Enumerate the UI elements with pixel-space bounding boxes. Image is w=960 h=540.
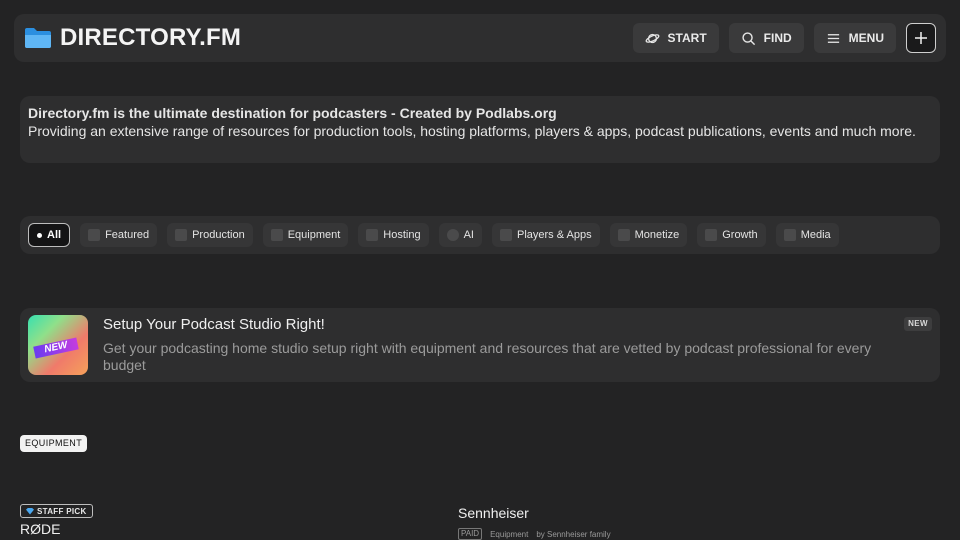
staff-pick-label: STAFF PICK (37, 506, 87, 516)
intro-body: Providing an extensive range of resource… (28, 123, 916, 139)
filter-ai[interactable]: AI (438, 223, 482, 247)
category-filter-bar: All Featured Production Equipment Hostin… (20, 216, 940, 254)
filter-label: Featured (105, 229, 150, 241)
header-nav: START FIND MENU (632, 23, 936, 53)
filter-label: Players & Apps (516, 229, 592, 241)
money-icon (617, 229, 630, 241)
intro-headline: Directory.fm is the ultimate destination… (28, 105, 557, 121)
promo-title: Setup Your Podcast Studio Right! (103, 316, 325, 333)
growth-icon (705, 229, 718, 241)
find-button[interactable]: FIND (728, 23, 804, 53)
filter-label: Production (192, 229, 245, 241)
card-title-sennheiser[interactable]: Sennheiser (458, 505, 529, 521)
filter-production[interactable]: Production (167, 223, 253, 247)
start-button[interactable]: START (632, 23, 719, 53)
hamburger-icon (827, 33, 839, 43)
search-icon (742, 31, 755, 45)
add-button[interactable] (906, 23, 936, 53)
planet-icon (645, 33, 659, 43)
card-title-rode[interactable]: RØDE (20, 521, 60, 537)
ai-icon (446, 229, 459, 241)
filter-label: Equipment (287, 229, 341, 241)
filter-all[interactable]: All (28, 223, 71, 247)
filter-hosting[interactable]: Hosting (358, 223, 429, 247)
start-label: START (667, 31, 707, 45)
logo-text: DIRECTORY.FM (60, 24, 242, 51)
filter-label: Growth (722, 229, 758, 241)
promo-card[interactable]: NEW Setup Your Podcast Studio Right! Get… (20, 308, 940, 382)
filter-featured[interactable]: Featured (80, 223, 158, 247)
folder-icon (25, 28, 51, 48)
filter-label: Hosting (383, 229, 421, 241)
new-badge: NEW (904, 317, 932, 331)
filter-growth[interactable]: Growth (697, 223, 766, 247)
plus-icon (915, 32, 927, 44)
filter-label: AI (463, 229, 474, 241)
promo-thumbnail: NEW (28, 315, 88, 375)
filter-label: Media (800, 229, 831, 241)
featured-icon (88, 229, 101, 241)
card-byline: by Sennheiser family (536, 529, 611, 539)
find-label: FIND (763, 31, 792, 45)
diamond-icon (26, 507, 34, 515)
paid-badge: PAID (458, 528, 483, 540)
card-category: Equipment (490, 529, 529, 539)
dot-icon (37, 232, 42, 238)
media-icon (783, 229, 796, 241)
filter-monetize[interactable]: Monetize (609, 223, 688, 247)
thumbnail-new-label: NEW (33, 337, 79, 359)
filter-equipment[interactable]: Equipment (262, 223, 349, 247)
logo[interactable]: DIRECTORY.FM (24, 24, 241, 52)
intro-panel: Directory.fm is the ultimate destination… (20, 96, 940, 163)
production-icon (175, 229, 188, 241)
menu-label: MENU (848, 31, 884, 45)
microphone-icon (270, 229, 283, 241)
filter-label: Monetize (634, 229, 680, 241)
promo-description: Get your podcasting home studio setup ri… (103, 340, 872, 373)
filter-media[interactable]: Media (775, 223, 839, 247)
menu-button[interactable]: MENU (813, 23, 896, 53)
hosting-icon (366, 229, 379, 241)
filter-players-apps[interactable]: Players & Apps (491, 223, 600, 247)
filter-label: All (47, 229, 62, 241)
player-icon (499, 229, 512, 241)
top-header: DIRECTORY.FM START FIND MENU (14, 14, 946, 62)
section-tag-equipment[interactable]: EQUIPMENT (20, 435, 88, 452)
card-meta: PAID Equipment by Sennheiser family (458, 528, 611, 540)
staff-pick-badge: STAFF PICK (20, 504, 93, 518)
